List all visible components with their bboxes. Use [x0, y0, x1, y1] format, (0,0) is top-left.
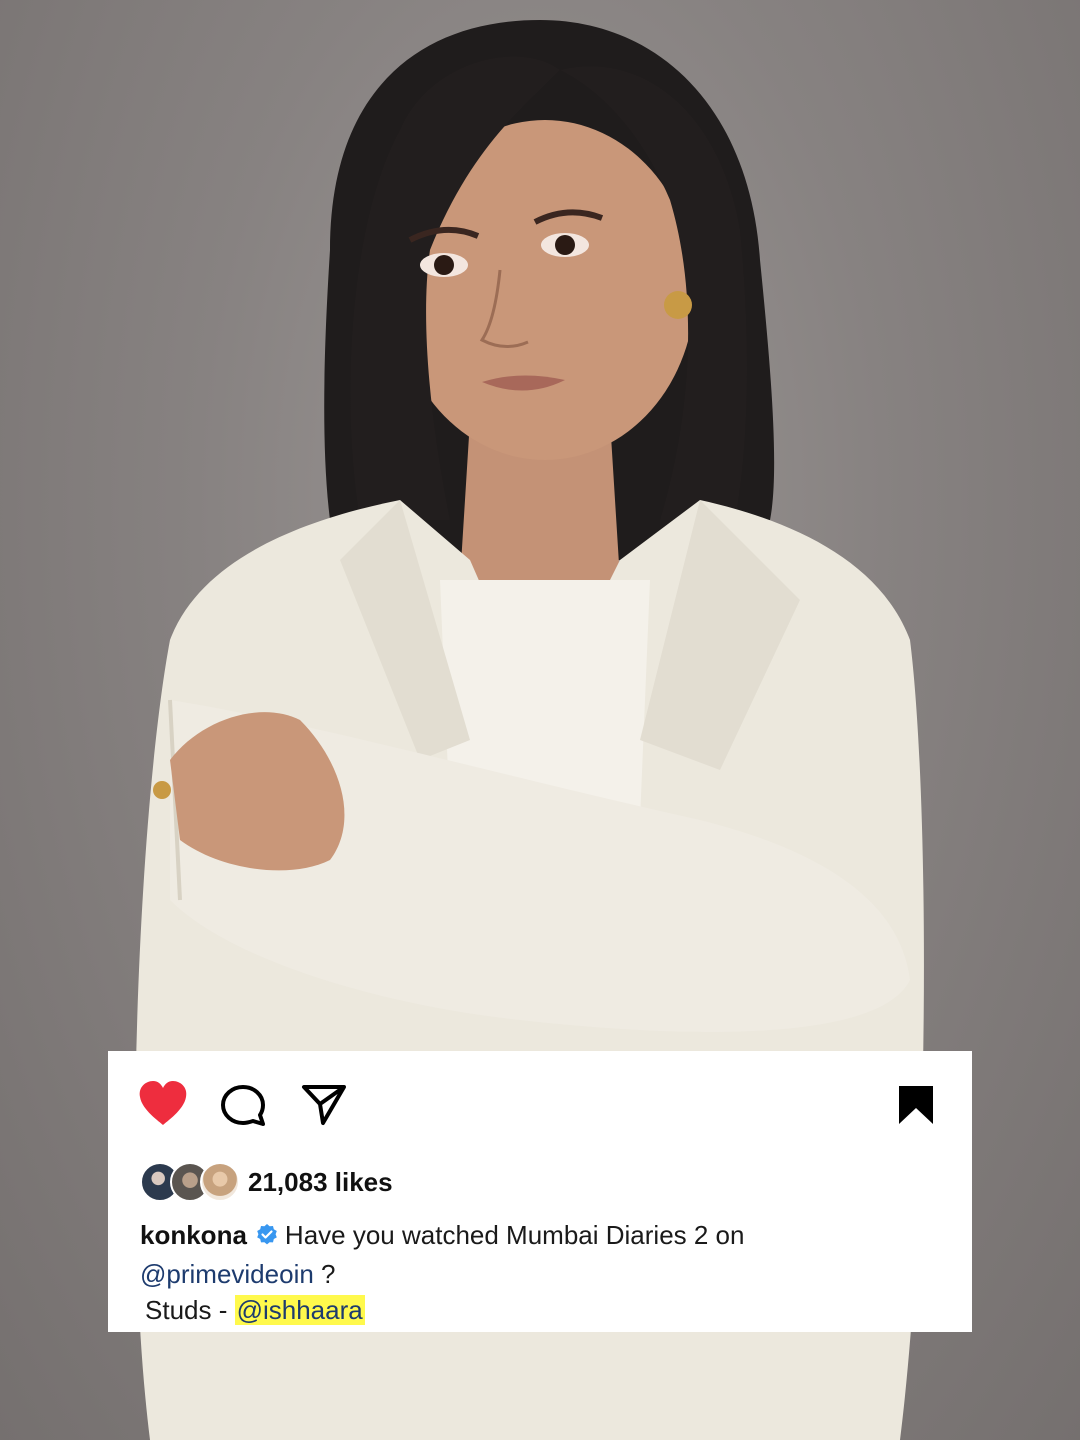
mention-link-highlighted[interactable]: @ishhaara — [234, 1295, 365, 1325]
verified-badge-icon — [255, 1220, 279, 1256]
send-icon[interactable] — [301, 1084, 347, 1126]
caption-text-end: ? — [313, 1259, 336, 1289]
likes-row[interactable]: 21,083 likes — [140, 1162, 393, 1202]
caption-text: Have you watched Mumbai Diaries 2 on — [284, 1220, 745, 1250]
comment-icon[interactable] — [221, 1084, 269, 1128]
like-heart-icon[interactable] — [138, 1081, 188, 1127]
avatar — [200, 1162, 240, 1202]
post-caption: konkona Have you watched Mumbai Diaries 2… — [140, 1217, 940, 1328]
username[interactable]: konkona — [140, 1220, 247, 1250]
liker-avatars — [140, 1162, 244, 1202]
mention-link[interactable]: @primevideoin — [140, 1259, 314, 1289]
post-card: 21,083 likes konkona Have you watched Mum… — [108, 1051, 972, 1332]
likes-count[interactable]: 21,083 likes — [248, 1167, 393, 1198]
studs-label: Studs - — [145, 1295, 235, 1325]
bookmark-icon[interactable] — [896, 1084, 936, 1126]
